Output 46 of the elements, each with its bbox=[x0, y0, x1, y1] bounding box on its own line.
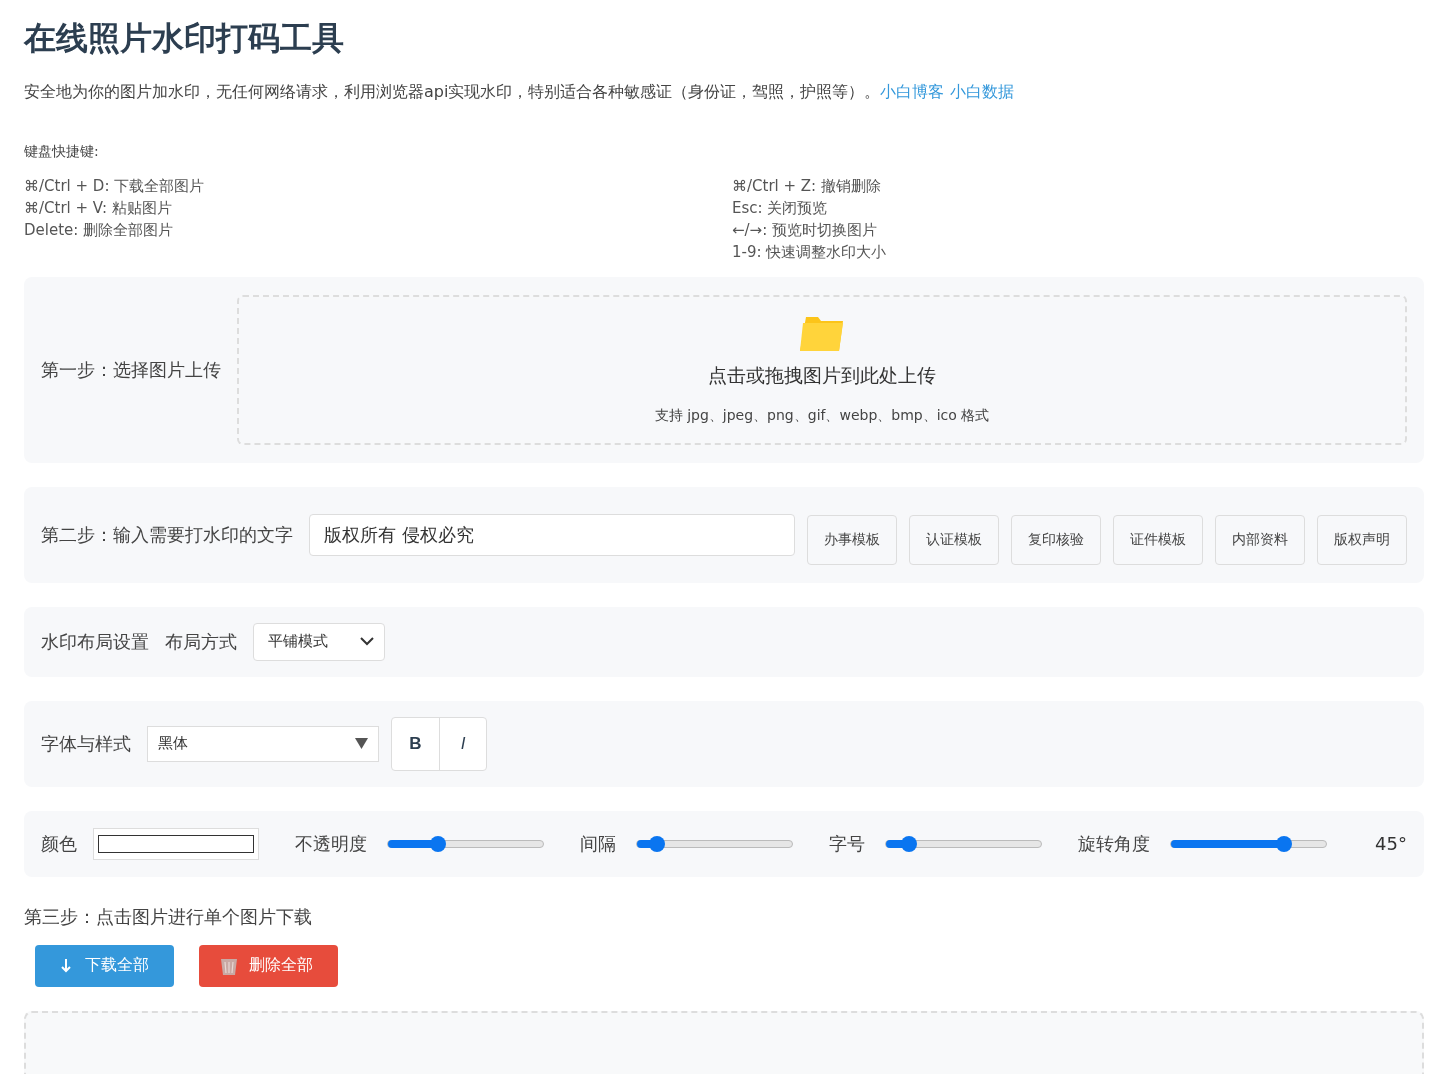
chevron-down-icon bbox=[360, 637, 374, 647]
shortcut-text: ⌘/Ctrl + V: 粘贴图片 bbox=[24, 197, 173, 219]
font-select[interactable]: 黑体 bbox=[147, 725, 379, 762]
template-button[interactable]: 版权声明 bbox=[1317, 514, 1407, 565]
slider-thumb[interactable] bbox=[901, 835, 918, 852]
shortcut-text: 1-9: 快速调整水印大小 bbox=[732, 241, 888, 263]
download-icon bbox=[61, 958, 71, 973]
delete-all-button[interactable]: 删除全部 bbox=[199, 944, 338, 987]
drop-title: 点击或拖拽图片到此处上传 bbox=[708, 362, 936, 388]
step-label: 第二步：输入需要打水印的文字 bbox=[41, 522, 293, 547]
step-label: 第三步：点击图片进行单个图片下载 bbox=[24, 904, 313, 929]
bold-button[interactable]: B bbox=[392, 717, 439, 770]
template-button[interactable]: 认证模板 bbox=[909, 514, 999, 565]
template-button[interactable]: 内部资料 bbox=[1215, 514, 1305, 565]
folder-icon bbox=[800, 314, 844, 351]
shortcut-text: Delete: 删除全部图片 bbox=[24, 219, 175, 241]
slider-thumb[interactable] bbox=[429, 835, 446, 852]
shortcut-text: Esc: 关闭预览 bbox=[732, 197, 829, 219]
template-button[interactable]: 证件模板 bbox=[1113, 514, 1203, 565]
page-title: 在线照片水印打码工具 bbox=[24, 18, 345, 59]
drop-zone[interactable]: 点击或拖拽图片到此处上传 支持 jpg、jpeg、png、gif、webp、bmp、ico 格式 bbox=[237, 294, 1407, 445]
field-label: 布局方式 bbox=[165, 629, 237, 654]
shortcut-text: ⌘/Ctrl + Z: 撤销删除 bbox=[732, 175, 882, 197]
section-label: 字体与样式 bbox=[41, 731, 131, 756]
slider-thumb[interactable] bbox=[1276, 835, 1293, 852]
template-button[interactable]: 复印核验 bbox=[1011, 514, 1101, 565]
shortcuts-heading: 键盘快捷键: bbox=[24, 142, 100, 161]
shortcut-text: ⌘/Ctrl + D: 下载全部图片 bbox=[24, 175, 206, 197]
slider-label: 颜色 bbox=[41, 831, 77, 856]
caret-down-icon bbox=[355, 738, 368, 750]
slider-label: 旋转角度 bbox=[1078, 831, 1150, 856]
italic-button[interactable]: I bbox=[439, 717, 486, 770]
step-label: 第一步：选择图片上传 bbox=[41, 357, 221, 382]
slider-thumb[interactable] bbox=[649, 835, 666, 852]
watermark-text-field[interactable]: 版权所有 侵权必究 bbox=[309, 513, 795, 556]
shortcut-text: ←/→: 预览时切换图片 bbox=[732, 219, 878, 241]
rotation-reading: 45° bbox=[1375, 833, 1407, 855]
color-picker[interactable] bbox=[93, 827, 259, 860]
slider-label: 不透明度 bbox=[295, 831, 367, 856]
layout-select[interactable]: 平铺模式 bbox=[253, 622, 385, 661]
slider-label: 字号 bbox=[829, 831, 865, 856]
section-label: 水印布局设置 bbox=[41, 629, 149, 654]
template-button[interactable]: 办事模板 bbox=[807, 514, 897, 565]
slider-label: 间隔 bbox=[580, 831, 616, 856]
intro-text: 安全地为你的图片加水印，无任何网络请求，利用浏览器api实现水印，特别适合各种敏感证（身份证，驾照，护照等）。小白博客 小白数据 bbox=[24, 81, 1015, 103]
drop-hint: 支持 jpg、jpeg、png、gif、webp、bmp、ico 格式 bbox=[654, 406, 990, 425]
